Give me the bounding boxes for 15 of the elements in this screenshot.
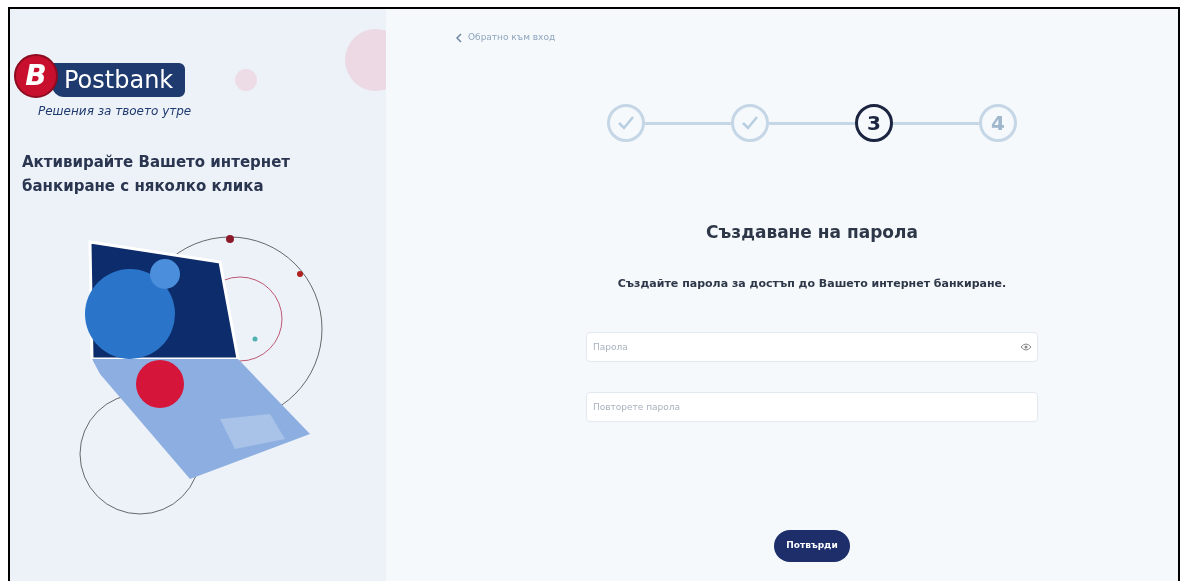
check-icon [741,115,759,131]
step-indicator: 3 [855,104,893,142]
check-icon [617,115,635,131]
eye-icon[interactable] [1020,343,1032,351]
form-title: Създаване на парола [706,221,918,244]
logo-mark: B [14,54,58,98]
password-field[interactable]: Парола [586,332,1038,362]
form-subtitle: Създайте парола за достъп до Вашето интернет банкиране. [617,275,1007,292]
step-indicator: 4 [979,104,1017,142]
logo-wordmark: Postbank [52,63,186,97]
password-field[interactable]: Повторете парола [586,392,1038,422]
logo-tagline: Решения за твоето утре [38,103,193,120]
chevron-left-icon [456,32,462,43]
promo-headline: Активирайте Вашето интернет банкиране с няколко клика [22,152,292,197]
confirm-button[interactable]: Потвърди [774,530,850,562]
